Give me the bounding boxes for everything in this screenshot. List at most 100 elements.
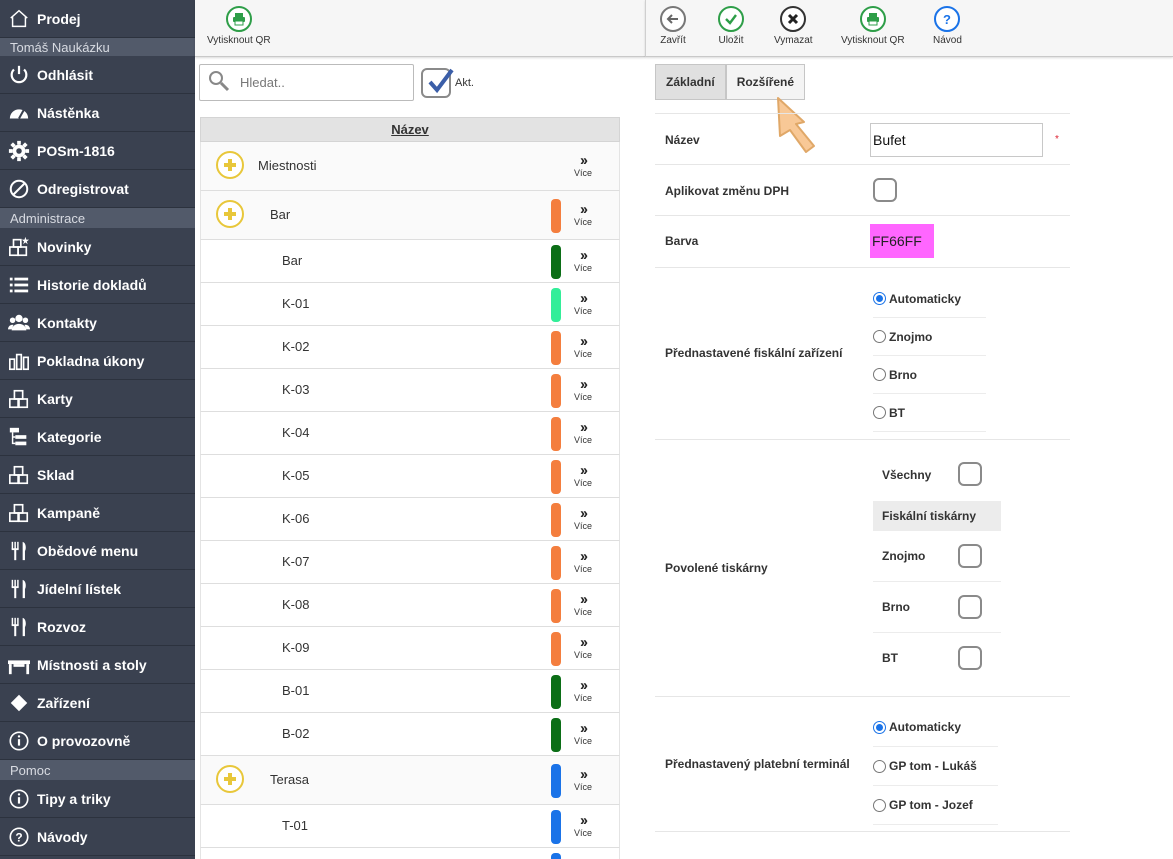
sidebar-item-m-stnosti-a-stoly[interactable]: Místnosti a stoly: [0, 646, 195, 684]
sidebar-item-prodej[interactable]: Prodej: [0, 0, 195, 38]
expand-plus-icon[interactable]: [216, 764, 244, 793]
printer-checkbox-brno[interactable]: [958, 595, 982, 619]
printer-checkbox-znojmo[interactable]: [958, 544, 982, 568]
list-header-name[interactable]: Název: [200, 117, 620, 142]
double-chevron-right-icon: ››: [580, 504, 588, 522]
printer-checkbox-bt[interactable]: [958, 646, 982, 670]
color-indicator: [551, 416, 561, 451]
more-button[interactable]: ››Více: [571, 291, 595, 316]
save-button[interactable]: Uložit: [718, 6, 744, 46]
more-button[interactable]: ››Více: [571, 547, 595, 574]
power-icon: [7, 63, 31, 87]
more-button[interactable]: ››Více: [571, 721, 595, 746]
tab-basic[interactable]: Základní: [655, 64, 726, 100]
sidebar-item-za-zen-[interactable]: Zařízení: [0, 684, 195, 722]
list-item[interactable]: K-09 ›› Více: [200, 627, 620, 670]
more-button[interactable]: ››Více: [571, 592, 595, 617]
sidebar-item-tipy-a-triky[interactable]: Tipy a triky: [0, 780, 195, 818]
search-input[interactable]: [240, 75, 400, 90]
close-button[interactable]: Zavřít: [660, 6, 686, 46]
color-indicator: [551, 545, 561, 580]
print-qr-button-right[interactable]: Vytisknout QR: [841, 6, 905, 46]
more-button[interactable]: ››Více: [571, 334, 595, 359]
sidebar-item-kampan-[interactable]: Kampaně: [0, 494, 195, 532]
terminal-option[interactable]: GP tom - Lukáš: [873, 747, 998, 786]
radio-button[interactable]: [873, 292, 886, 305]
printers-all-checkbox[interactable]: [958, 462, 982, 486]
radio-button[interactable]: [873, 368, 886, 381]
guide-button[interactable]: ? Návod: [933, 6, 962, 46]
sidebar-item-n-vody[interactable]: ? Návody: [0, 818, 195, 856]
radio-button[interactable]: [873, 720, 886, 734]
list-item[interactable]: K-03 ›› Více: [200, 369, 620, 412]
list-item[interactable]: B-01 ›› Více: [200, 670, 620, 713]
printer-label: BT: [882, 651, 898, 665]
sidebar-item-posm-1816[interactable]: POSm-1816: [0, 132, 195, 170]
sidebar-item-odregistrovat[interactable]: Odregistrovat: [0, 170, 195, 208]
radio-button[interactable]: [873, 798, 886, 812]
list-item[interactable]: K-01 ›› Více: [200, 283, 620, 326]
name-input[interactable]: Bufet: [870, 123, 1043, 157]
vat-checkbox[interactable]: [873, 178, 897, 202]
list-item[interactable]: K-08 ›› Více: [200, 584, 620, 627]
more-button[interactable]: ››Více: [571, 153, 595, 178]
sidebar-item-n-st-nka[interactable]: Nástěnka: [0, 94, 195, 132]
more-button[interactable]: ››Více: [571, 377, 595, 402]
list-item[interactable]: B-02 ›› Více: [200, 713, 620, 756]
sidebar-item-novinky[interactable]: Novinky: [0, 228, 195, 266]
list-item[interactable]: K-04 ›› Více: [200, 412, 620, 455]
color-input[interactable]: FF66FF: [870, 224, 934, 258]
sidebar-item-j-deln-l-stek[interactable]: Jídelní lístek: [0, 570, 195, 608]
fiscal-option[interactable]: Brno: [873, 356, 986, 394]
sidebar-item-rozvoz[interactable]: Rozvoz: [0, 608, 195, 646]
save-label: Uložit: [718, 35, 744, 46]
sidebar-item-sklad[interactable]: Sklad: [0, 456, 195, 494]
terminal-option[interactable]: Automaticky: [873, 708, 998, 747]
more-button[interactable]: ››Více: [571, 678, 595, 703]
color-indicator: [551, 717, 561, 752]
radio-button[interactable]: [873, 406, 886, 419]
more-button[interactable]: ››Více: [571, 248, 595, 273]
list-item[interactable]: K-05 ›› Více: [200, 455, 620, 498]
list-group-row[interactable]: Miestnosti ›› Více: [200, 142, 620, 191]
double-chevron-right-icon: ››: [580, 547, 588, 565]
sidebar-item-pokladna-kony[interactable]: Pokladna úkony: [0, 342, 195, 380]
list-item[interactable]: Bar ›› Více: [200, 240, 620, 283]
sidebar-item-kategorie[interactable]: Kategorie: [0, 418, 195, 456]
sidebar-item-odhl-sit[interactable]: Odhlásit: [0, 56, 195, 94]
list-group-row[interactable]: Bar ›› Více: [200, 191, 620, 240]
search-box[interactable]: [199, 64, 414, 101]
sidebar-item-historie-doklad-[interactable]: Historie dokladů: [0, 266, 195, 304]
expand-plus-icon[interactable]: [216, 199, 244, 228]
terminal-option[interactable]: GP tom - Jozef: [873, 786, 998, 825]
expand-plus-icon[interactable]: [216, 150, 244, 179]
fiscal-option[interactable]: Automaticky: [873, 280, 986, 318]
sidebar-item-ob-dov-menu[interactable]: Obědové menu: [0, 532, 195, 570]
more-button[interactable]: ››Více: [571, 202, 595, 227]
list-item[interactable]: K-07 ›› Více: [200, 541, 620, 584]
sidebar-item-karty[interactable]: Karty: [0, 380, 195, 418]
sidebar-item-o-provozovn-[interactable]: O provozovně: [0, 722, 195, 760]
list-item[interactable]: T-01 ›› Více: [200, 805, 620, 848]
list-item-label: K-04: [282, 425, 310, 440]
more-button[interactable]: ››Více: [571, 767, 595, 792]
fiscal-option[interactable]: BT: [873, 394, 986, 432]
more-button[interactable]: ››Více: [571, 463, 595, 488]
radio-button[interactable]: [873, 330, 886, 343]
print-qr-button[interactable]: Vytisknout QR: [207, 6, 271, 46]
active-filter-checkbox[interactable]: [421, 68, 454, 98]
more-button[interactable]: ››Více: [571, 420, 595, 445]
delete-button[interactable]: Vymazat: [774, 6, 813, 46]
list-item[interactable]: ››Více: [200, 848, 620, 859]
more-button[interactable]: ››Více: [571, 635, 595, 660]
list-item-label: K-02: [282, 339, 310, 354]
list-item[interactable]: K-02 ›› Více: [200, 326, 620, 369]
more-button[interactable]: ››Více: [571, 813, 595, 838]
ban-icon: [7, 177, 31, 201]
sidebar-item-kontakty[interactable]: Kontakty: [0, 304, 195, 342]
list-group-row[interactable]: Terasa ›› Více: [200, 756, 620, 805]
list-item[interactable]: K-06 ›› Více: [200, 498, 620, 541]
more-button[interactable]: ››Více: [571, 504, 595, 531]
fiscal-option[interactable]: Znojmo: [873, 318, 986, 356]
radio-button[interactable]: [873, 759, 886, 773]
